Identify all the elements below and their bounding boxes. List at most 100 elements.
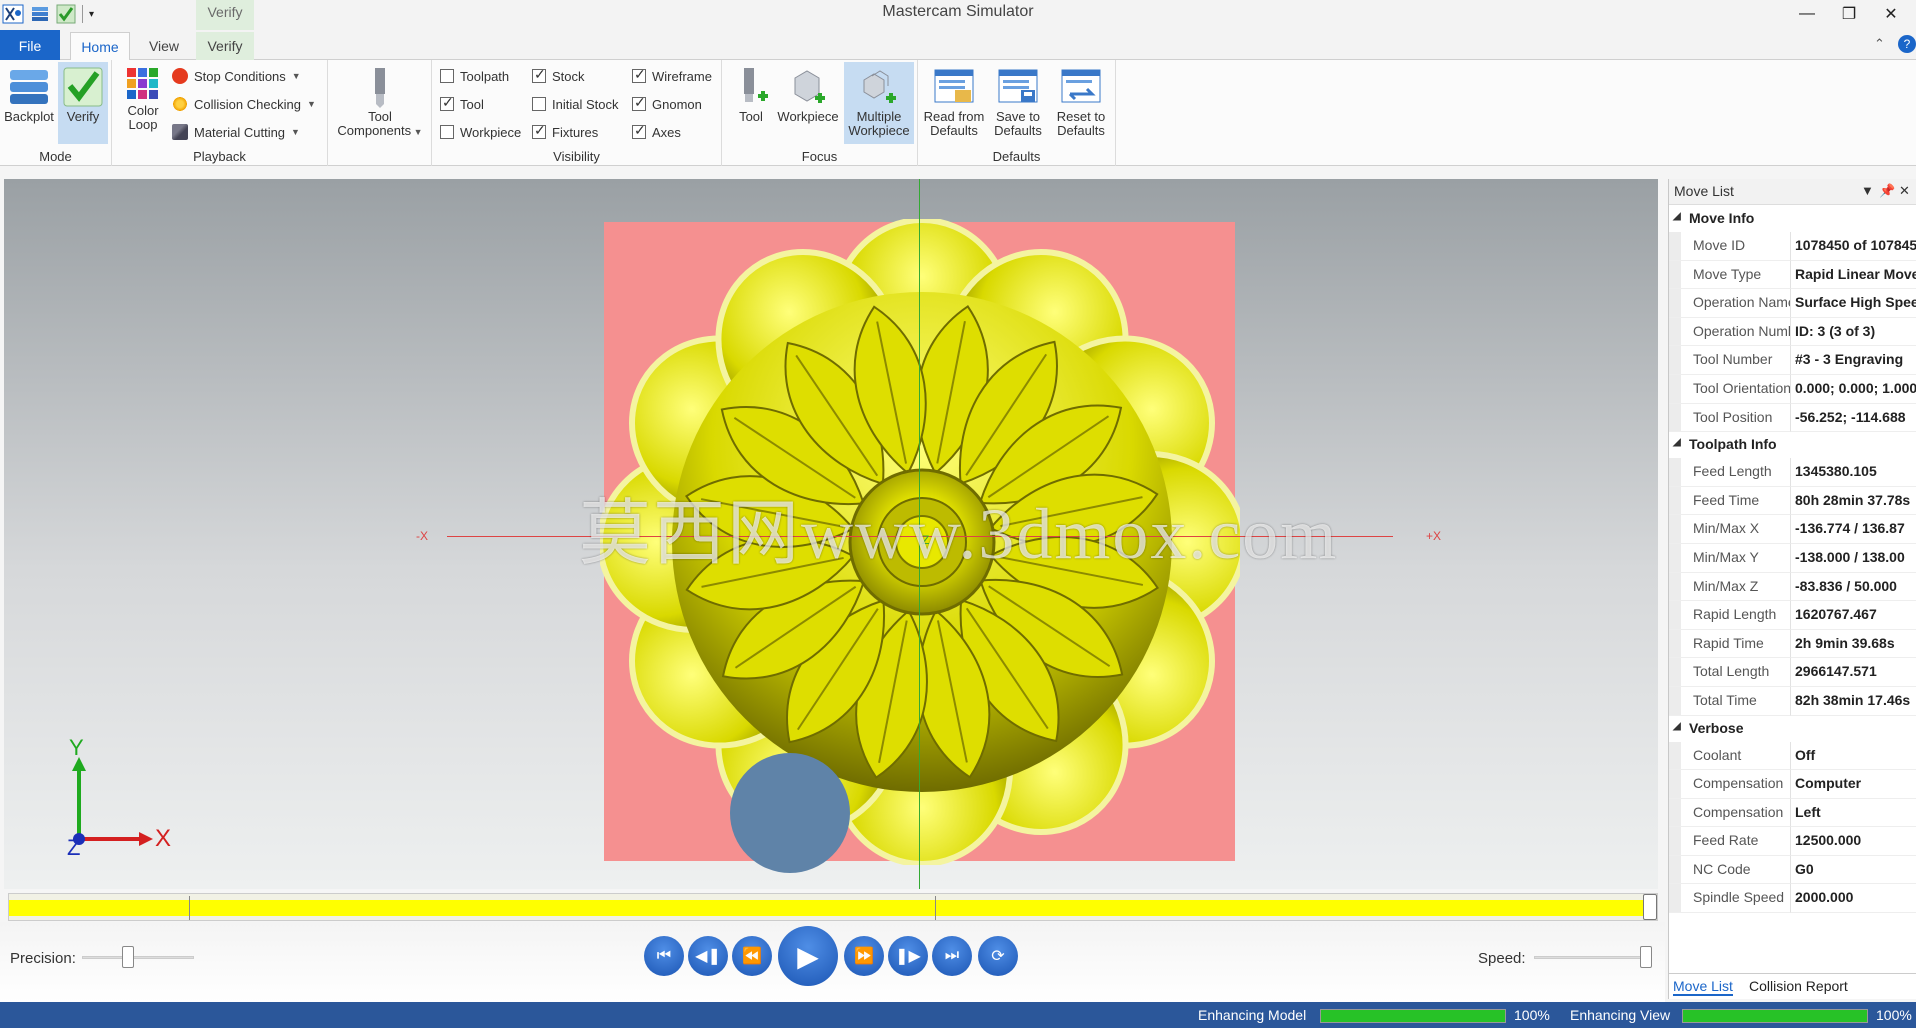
property-row[interactable]: Total Length 2966147.571 — [1669, 658, 1916, 687]
stock-checkbox[interactable]: Stock — [532, 66, 585, 86]
property-row[interactable]: Tool Position -56.252; -114.688 — [1669, 403, 1916, 433]
fixtures-checkbox[interactable]: Fixtures — [532, 122, 598, 142]
group-mode: Backplot Verify Mode — [0, 60, 112, 166]
property-row[interactable]: Compensation Computer — [1669, 770, 1916, 799]
checkbox-tool[interactable] — [440, 94, 454, 111]
gnomon-checkbox[interactable]: Gnomon — [632, 94, 702, 114]
tab-collision-report[interactable]: Collision Report — [1749, 978, 1848, 994]
tab-move-list[interactable]: Move List — [1673, 978, 1733, 996]
property-row[interactable]: Total Time 82h 38min 17.46s — [1669, 686, 1916, 716]
focus-workpiece-button[interactable]: Workpiece — [776, 62, 840, 144]
collapse-ribbon-icon[interactable]: ⌃ — [1874, 36, 1885, 52]
property-row[interactable]: Feed Time 80h 28min 37.78s — [1669, 486, 1916, 516]
restore-icon[interactable]: ❐ — [1828, 0, 1870, 28]
property-row[interactable]: Spindle Speed 2000.000 — [1669, 884, 1916, 914]
property-row[interactable]: Tool Orientation 0.000; 0.000; 1.000 — [1669, 374, 1916, 404]
row-gutter — [1669, 374, 1681, 403]
verify-button[interactable]: Verify — [58, 62, 108, 144]
checkbox-axes[interactable] — [632, 122, 646, 139]
focus-tool-button[interactable]: Tool — [726, 62, 776, 144]
tab-view[interactable]: View — [140, 32, 188, 60]
section-toolpath-info[interactable]: Toolpath Info — [1669, 432, 1916, 459]
property-row[interactable]: Tool Number #3 - 3 Engraving — [1669, 346, 1916, 375]
checkbox-toolpath[interactable] — [440, 69, 454, 83]
property-row[interactable]: Coolant Off — [1669, 741, 1916, 771]
timeline-handle[interactable] — [1643, 894, 1657, 920]
step-back-button[interactable]: ◀❚ — [688, 936, 728, 976]
group-visibility-label: Visibility — [553, 149, 600, 164]
row-gutter — [1669, 260, 1681, 289]
initial-stock-label: Initial Stock — [552, 96, 619, 112]
property-row[interactable]: Rapid Time 2h 9min 39.68s — [1669, 629, 1916, 659]
axes-checkbox[interactable]: Axes — [632, 122, 681, 142]
wireframe-checkbox[interactable]: Wireframe — [632, 66, 712, 86]
reset-to-defaults-button[interactable]: Reset to Defaults — [1050, 62, 1112, 144]
checkbox-stock[interactable] — [532, 66, 546, 83]
speed-slider[interactable] — [1534, 946, 1652, 970]
property-row[interactable]: Operation NumberID: 3 (3 of 3) — [1669, 317, 1916, 347]
move-list-header: Move List ▼ 📌 ✕ — [1669, 179, 1916, 205]
property-row[interactable]: NC Code G0 — [1669, 855, 1916, 885]
play-button[interactable]: ▶ — [778, 926, 838, 986]
property-key-text: Move Type — [1693, 265, 1762, 282]
property-row[interactable]: Move ID 1078450 of 1078450 — [1669, 232, 1916, 261]
property-row[interactable]: Min/Max Y -138.000 / 138.00 — [1669, 543, 1916, 573]
jump-to-start-button[interactable]: ⏮ — [644, 936, 684, 976]
checkbox-wireframe[interactable] — [632, 66, 646, 83]
tab-home[interactable]: Home — [70, 32, 130, 61]
speed-thumb[interactable] — [1640, 946, 1652, 968]
axis-neg-x-label: -X — [416, 529, 428, 543]
fast-forward-button[interactable]: ⏩ — [844, 936, 884, 976]
property-row[interactable]: Compensation Left — [1669, 798, 1916, 828]
property-row[interactable]: Operation Name Surface High Speed — [1669, 289, 1916, 318]
workpiece-checkbox[interactable]: Workpiece — [440, 122, 521, 142]
checkbox-gnomon[interactable] — [632, 94, 646, 111]
property-row[interactable]: Rapid Length 1620767.467 — [1669, 601, 1916, 630]
property-row[interactable]: Feed Length 1345380.105 — [1669, 458, 1916, 487]
property-row[interactable]: Feed Rate 12500.000 — [1669, 827, 1916, 856]
loop-button[interactable]: ⟳ — [978, 936, 1018, 976]
initial-stock-checkbox[interactable]: Initial Stock — [532, 94, 618, 114]
step-forward-button[interactable]: ❚▶ — [888, 936, 928, 976]
checkbox-initial-stock[interactable] — [532, 97, 546, 111]
rewind-button[interactable]: ⏪ — [732, 936, 772, 976]
color-loop-button[interactable]: Color Loop — [118, 62, 168, 144]
property-row[interactable]: Min/Max X -136.774 / 136.87 — [1669, 515, 1916, 544]
pin-icon[interactable]: 📌 — [1879, 183, 1895, 199]
collision-checking-button[interactable]: Collision Checking ▼ — [172, 94, 316, 114]
tool-checkbox[interactable]: Tool — [440, 94, 484, 114]
row-gutter — [1669, 458, 1681, 486]
close-icon[interactable]: ✕ — [1870, 0, 1912, 28]
section-verbose[interactable]: Verbose — [1669, 715, 1916, 742]
read-from-defaults-button[interactable]: Read from Defaults — [922, 62, 986, 144]
row-gutter — [1669, 686, 1681, 715]
checkbox-workpiece[interactable] — [440, 125, 454, 139]
property-row[interactable]: Move Type Rapid Linear Move — [1669, 260, 1916, 290]
enhancing-model-label: Enhancing Model — [1198, 1007, 1307, 1023]
section-move-info[interactable]: Move Info — [1669, 206, 1916, 232]
tab-verify[interactable]: Verify — [196, 32, 254, 60]
precision-thumb[interactable] — [122, 946, 134, 968]
save-to-defaults-button[interactable]: Save to Defaults — [988, 62, 1048, 144]
toolpath-checkbox[interactable]: Toolpath — [440, 66, 509, 86]
help-icon[interactable]: ? — [1898, 35, 1916, 53]
material-cutting-button[interactable]: Material Cutting ▼ — [172, 122, 300, 142]
multiple-workpiece-button[interactable]: Multiple Workpiece — [844, 62, 914, 144]
multiple-workpiece-label-1: Multiple — [856, 109, 902, 124]
tool-components-button[interactable]: Tool Components ▼ — [336, 62, 424, 144]
property-key: Tool Orientation — [1669, 374, 1791, 404]
stop-conditions-button[interactable]: Stop Conditions ▼ — [172, 66, 301, 86]
ribbon-tabs: File Home View Verify ⌃ ? — [0, 30, 1916, 61]
minimize-icon[interactable]: — — [1786, 0, 1828, 28]
backplot-button[interactable]: Backplot — [4, 62, 54, 144]
panel-close-icon[interactable]: ✕ — [1899, 183, 1910, 199]
checkbox-fixtures[interactable] — [532, 122, 546, 139]
jump-to-end-button[interactable]: ⏭ — [932, 936, 972, 976]
playback-timeline[interactable] — [8, 893, 1658, 921]
simulation-viewport[interactable]: -X +X Z 莫西网www.3dmox.com Y X Z — [4, 179, 1658, 889]
panel-dropdown-icon[interactable]: ▼ — [1861, 183, 1874, 198]
gnomon-x-label: X — [155, 825, 172, 852]
precision-slider[interactable] — [82, 946, 194, 970]
tab-file[interactable]: File — [0, 30, 60, 61]
property-row[interactable]: Min/Max Z -83.836 / 50.000 — [1669, 572, 1916, 602]
